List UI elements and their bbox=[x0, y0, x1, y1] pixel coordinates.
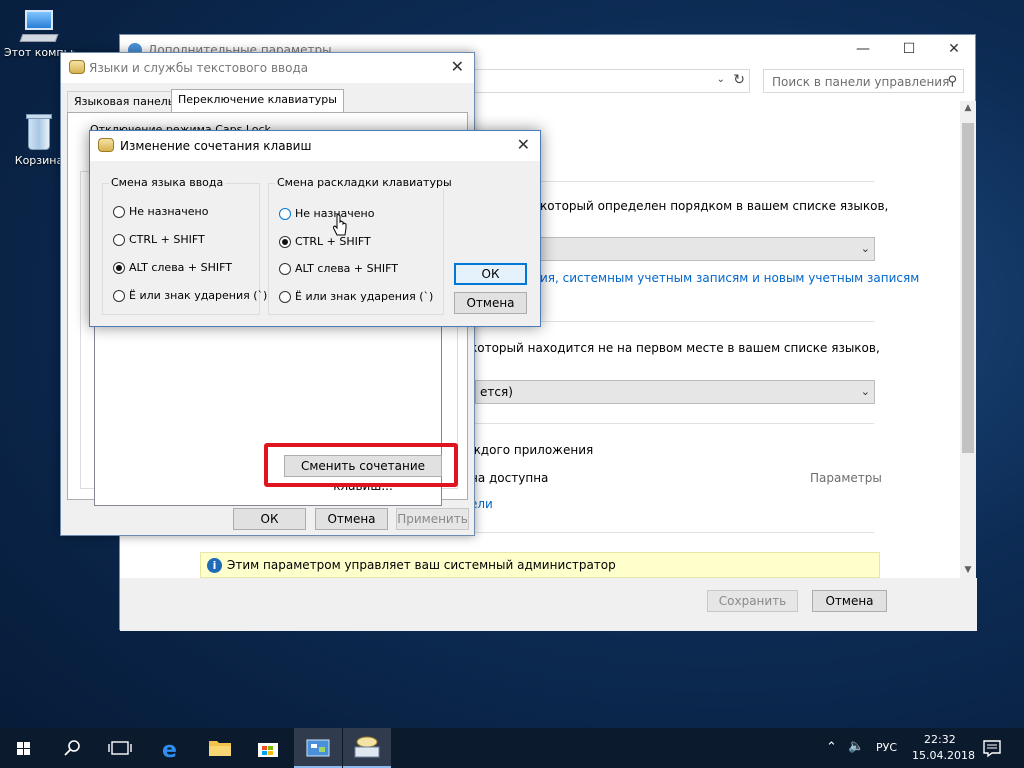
dialog-title: Изменение сочетания клавиш bbox=[120, 139, 312, 153]
chevron-down-icon: ⌄ bbox=[860, 385, 870, 398]
scrollbar[interactable]: ▲ ▼ bbox=[960, 101, 976, 579]
radio-label: Не назначено bbox=[129, 205, 209, 218]
chevron-down-icon[interactable]: ⌄ bbox=[717, 74, 725, 85]
radio-circle bbox=[279, 236, 291, 248]
radio-circle bbox=[113, 262, 125, 274]
volume-icon[interactable]: 🔈 bbox=[848, 739, 864, 754]
setting-description: который находится не на первом месте в в… bbox=[470, 341, 880, 355]
control-panel-taskbar-button[interactable] bbox=[294, 728, 342, 768]
file-explorer-button[interactable] bbox=[196, 728, 244, 768]
mouse-cursor-icon bbox=[333, 214, 347, 236]
dialog-titlebar: Изменение сочетания клавиш ✕ bbox=[90, 131, 540, 161]
control-panel-icon bbox=[306, 739, 330, 757]
clock-date[interactable]: 15.04.2018 bbox=[912, 749, 975, 762]
highlight-box bbox=[264, 443, 458, 487]
dialog-titlebar: Языки и службы текстового ввода ✕ bbox=[61, 53, 474, 83]
group-legend: Смена языка ввода bbox=[109, 176, 226, 189]
radio-label: ALT слева + SHIFT bbox=[295, 262, 398, 275]
radio-circle bbox=[113, 234, 125, 246]
radio-circle bbox=[279, 291, 291, 303]
params-link[interactable]: Параметры bbox=[810, 471, 882, 485]
minimize-icon[interactable]: — bbox=[840, 35, 886, 65]
layout-switch-group: Смена раскладки клавиатуры Не назначено … bbox=[268, 176, 454, 315]
keyboard-icon bbox=[98, 138, 114, 152]
setting-description: который определен порядком в вашем списк… bbox=[540, 199, 889, 213]
chevron-up-icon[interactable]: ⌃ bbox=[826, 740, 837, 755]
windows-icon bbox=[17, 742, 30, 755]
keyboard-icon bbox=[354, 736, 380, 758]
close-icon[interactable]: ✕ bbox=[931, 35, 977, 65]
info-icon: i bbox=[207, 558, 222, 573]
taskbar: e ⌃ 🔈 РУС 22:32 15.04.2018 bbox=[0, 728, 1024, 768]
edge-button[interactable]: e bbox=[148, 728, 196, 768]
refresh-icon[interactable]: ↻ bbox=[733, 72, 745, 88]
close-icon[interactable]: ✕ bbox=[451, 57, 464, 76]
computer-icon bbox=[19, 8, 59, 44]
close-icon[interactable]: ✕ bbox=[517, 135, 530, 154]
svg-text:e: e bbox=[162, 738, 177, 763]
cancel-button[interactable]: Отмена bbox=[315, 508, 388, 530]
cancel-button[interactable]: Отмена bbox=[812, 590, 887, 612]
dialog-title: Языки и службы текстового ввода bbox=[89, 61, 309, 75]
search-input[interactable]: Поиск в панели управления ⚲ bbox=[763, 69, 964, 93]
action-center-button[interactable] bbox=[972, 728, 1012, 768]
edge-icon: e bbox=[162, 738, 177, 763]
language-indicator[interactable]: РУС bbox=[876, 741, 897, 754]
radio-label: CTRL + SHIFT bbox=[295, 235, 371, 248]
radio-label: Ё или знак ударения (`) bbox=[129, 289, 268, 302]
radio-label: Ё или знак ударения (`) bbox=[295, 290, 434, 303]
folder-icon bbox=[209, 741, 231, 756]
clock-time[interactable]: 22:32 bbox=[924, 733, 956, 746]
ok-button[interactable]: ОК bbox=[454, 263, 527, 285]
scroll-thumb[interactable] bbox=[962, 123, 974, 453]
change-shortcut-dialog: Изменение сочетания клавиш ✕ Смена языка… bbox=[89, 130, 541, 327]
radio-circle bbox=[113, 206, 125, 218]
task-view-icon bbox=[108, 741, 132, 755]
input-language-group: Смена языка ввода Не назначено CTRL + SH… bbox=[102, 176, 267, 315]
notification-icon bbox=[983, 740, 1001, 758]
scroll-down-icon[interactable]: ▼ bbox=[960, 565, 976, 575]
apply-settings-link[interactable]: ия, системным учетным записям и новым уч… bbox=[540, 271, 919, 285]
radio-label: CTRL + SHIFT bbox=[129, 233, 205, 246]
search-icon bbox=[64, 740, 80, 756]
radio-circle bbox=[279, 208, 291, 220]
keyboard-icon bbox=[69, 60, 85, 74]
ok-button[interactable]: ОК bbox=[233, 508, 306, 530]
admin-info-bar: i Этим параметром управляет ваш системны… bbox=[200, 552, 880, 578]
scroll-up-icon[interactable]: ▲ bbox=[960, 103, 976, 113]
setting-description: на доступна bbox=[470, 471, 549, 485]
cancel-button[interactable]: Отмена bbox=[454, 292, 527, 314]
text-services-taskbar-button[interactable] bbox=[343, 728, 391, 768]
store-button[interactable] bbox=[244, 728, 292, 768]
task-view-button[interactable] bbox=[96, 728, 144, 768]
radio-circle bbox=[279, 263, 291, 275]
tab-keyboard-switch[interactable]: Переключение клавиатуры bbox=[171, 89, 344, 113]
maximize-icon[interactable]: ☐ bbox=[886, 35, 932, 65]
recycle-bin-icon bbox=[24, 112, 54, 152]
tab-language-bar[interactable]: Языковая панель bbox=[67, 91, 182, 113]
fallback-select[interactable]: ется) ⌄ bbox=[475, 380, 875, 404]
save-button[interactable]: Сохранить bbox=[707, 590, 798, 612]
apply-button[interactable]: Применить bbox=[396, 508, 469, 530]
setting-description: ждого приложения bbox=[470, 443, 594, 457]
store-icon bbox=[258, 743, 278, 757]
radio-label: ALT слева + SHIFT bbox=[129, 261, 232, 274]
search-icon: ⚲ bbox=[947, 74, 957, 89]
search-button[interactable] bbox=[48, 728, 96, 768]
control-panel-footer: Сохранить Отмена bbox=[120, 578, 977, 631]
start-button[interactable] bbox=[0, 728, 48, 768]
radio-circle bbox=[113, 290, 125, 302]
group-legend: Смена раскладки клавиатуры bbox=[275, 176, 454, 189]
chevron-down-icon: ⌄ bbox=[860, 242, 870, 255]
